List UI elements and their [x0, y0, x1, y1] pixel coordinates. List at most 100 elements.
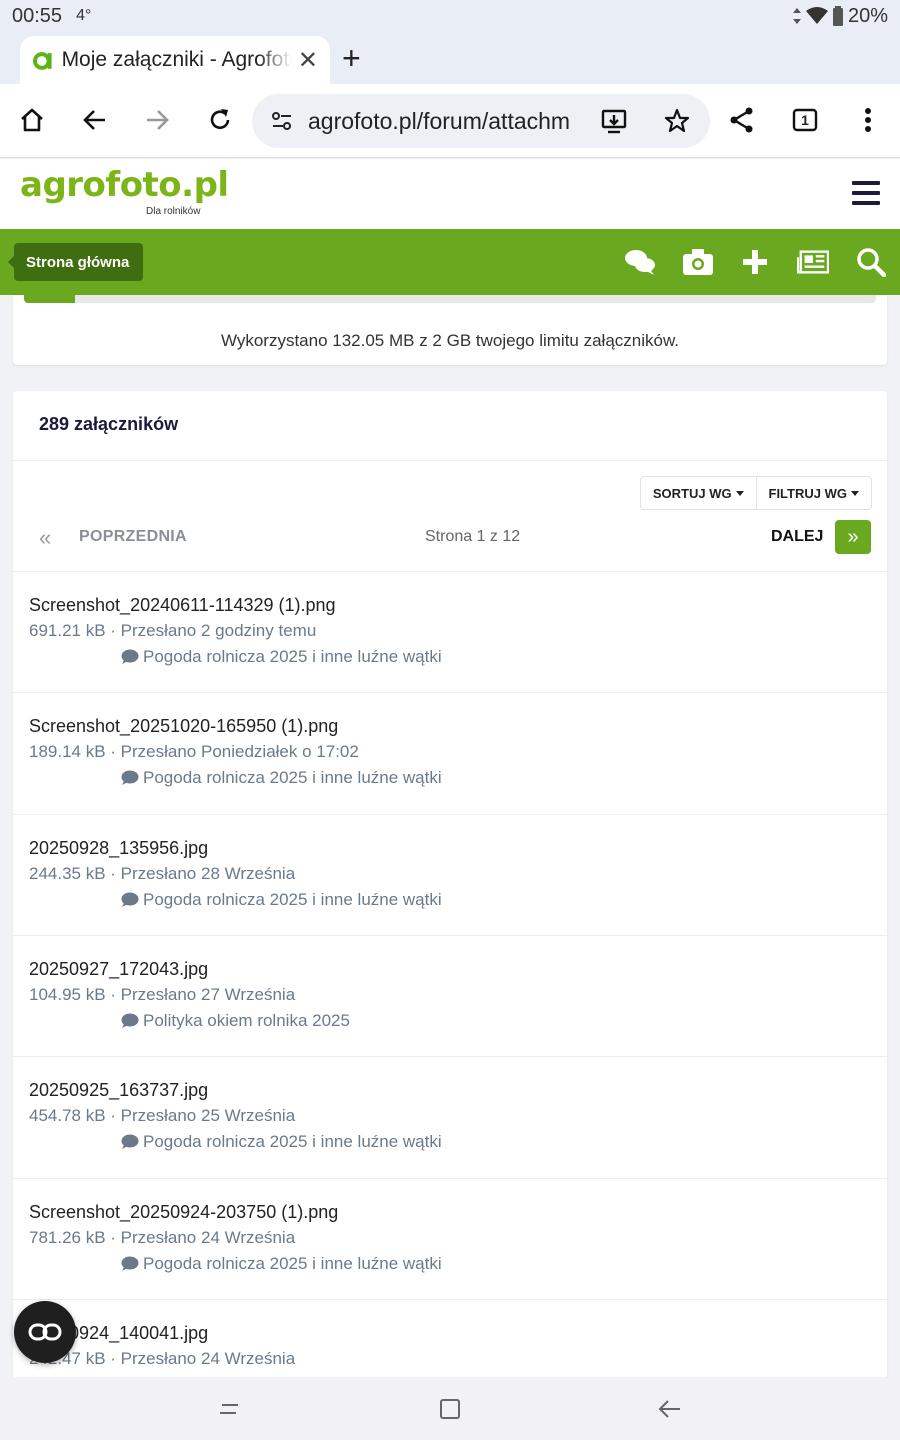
floating-link-button[interactable] — [14, 1301, 76, 1363]
url-text[interactable]: agrofoto.pl/forum/attachments — [308, 108, 570, 135]
previous-page-icon[interactable]: « — [39, 525, 51, 551]
comment-bubble-icon — [121, 649, 139, 664]
clock: 00:55 — [12, 4, 63, 27]
home-square-icon[interactable] — [436, 1395, 464, 1423]
address-bar[interactable]: agrofoto.pl/forum/attachments — [252, 94, 710, 148]
attachment-row: 20250928_135956.jpg 244.35 kB · Przesłano… — [13, 813, 887, 935]
thread-title: Pogoda rolnicza 2025 i inne luźne wątki — [143, 768, 442, 788]
site-settings-icon[interactable] — [270, 109, 294, 133]
attachment-filename-link[interactable]: 20250925_163737.jpg — [29, 1080, 208, 1101]
previous-page-link[interactable]: POPRZEDNIA — [79, 528, 187, 546]
tab-switcher-button[interactable]: 1 — [787, 102, 823, 138]
data-arrows-icon — [792, 8, 801, 24]
attachment-row: Screenshot_20250924-203750 (1).png 781.26… — [13, 1177, 887, 1299]
wifi-icon — [805, 7, 828, 24]
attachments-count: 289 załączników — [39, 414, 179, 434]
bookmark-star-icon[interactable] — [664, 108, 690, 134]
attachment-row: 20250924_140041.jpg 242.47 kB · Przesłano… — [13, 1298, 887, 1377]
attachment-meta: 454.78 kB · Przesłano 25 Września — [29, 1106, 296, 1126]
forward-icon[interactable] — [139, 102, 175, 138]
attachment-meta: 104.95 kB · Przesłano 27 Września — [29, 984, 296, 1004]
reload-icon[interactable] — [202, 102, 238, 138]
thread-title: Pogoda rolnicza 2025 i inne luźne wątki — [143, 1132, 442, 1152]
attachment-thread-link[interactable]: Pogoda rolnicza 2025 i inne luźne wątki — [121, 1254, 442, 1274]
hamburger-menu-icon[interactable] — [852, 181, 880, 205]
battery-icon — [832, 6, 843, 26]
more-menu-icon[interactable] — [850, 102, 886, 138]
chat-bubbles-icon[interactable] — [624, 246, 656, 278]
thread-title: Polityka okiem rolnika 2025 — [143, 1010, 350, 1030]
search-icon[interactable] — [855, 246, 887, 278]
attachment-filename-link[interactable]: 20250928_135956.jpg — [29, 838, 208, 859]
usage-progress-fill — [24, 295, 76, 303]
attachment-row: Screenshot_20251020-165950 (1).png 189.14… — [13, 692, 887, 813]
site-logo[interactable]: agrofoto.pl — [20, 165, 229, 205]
news-icon[interactable] — [797, 246, 829, 278]
battery-level: 20% — [847, 4, 888, 27]
site-tagline: Dla rolników — [146, 206, 201, 217]
new-tab-button[interactable]: + — [342, 40, 361, 77]
camera-icon[interactable] — [682, 246, 714, 278]
home-breadcrumb-button[interactable]: Strona główna — [7, 243, 144, 281]
home-icon[interactable] — [14, 102, 50, 138]
attachment-thread-link[interactable]: Pogoda rolnicza 2025 i inne luźne wątki — [121, 890, 442, 910]
install-app-icon[interactable] — [600, 107, 628, 135]
temperature: 4° — [76, 7, 92, 24]
attachment-filename-link[interactable]: 20250927_172043.jpg — [29, 959, 208, 980]
page-info: Strona 1 z 12 — [425, 528, 521, 545]
next-page-button[interactable]: » — [835, 520, 871, 554]
close-tab-icon[interactable]: ✕ — [298, 46, 318, 75]
comment-bubble-icon — [121, 1134, 139, 1150]
attachment-thread-link[interactable]: Pogoda rolnicza 2025 i inne luźne wątki — [121, 1132, 442, 1152]
attachment-meta: 244.35 kB · Przesłano 28 Września — [29, 863, 296, 883]
plus-icon[interactable] — [739, 246, 771, 278]
attachment-usage-card: Wykorzystano 132.05 MB z 2 GB twojego li… — [13, 295, 887, 365]
browser-tab[interactable]: Moje załączniki - Agrofoto ✕ — [20, 36, 330, 84]
attachment-filename-link[interactable]: Screenshot_20240611-114329 (1).png — [29, 595, 336, 616]
attachment-meta: 781.26 kB · Przesłano 24 Września — [29, 1227, 296, 1247]
sort-filter-group: SORTUJ WG FILTRUJ WG — [640, 476, 872, 510]
thread-title: Pogoda rolnicza 2025 i inne luźne wątki — [143, 647, 442, 666]
usage-text: Wykorzystano 132.05 MB z 2 GB twojego li… — [220, 331, 680, 350]
tab-title: Moje załączniki - Agrofoto — [61, 48, 292, 71]
system-back-icon[interactable] — [655, 1395, 683, 1423]
next-page-link[interactable]: DALEJ — [771, 528, 823, 546]
comment-bubble-icon — [121, 1256, 139, 1271]
attachment-row: 20250927_172043.jpg 104.95 kB · Przesłano… — [13, 934, 887, 1056]
attachment-row: Screenshot_20240611-114329 (1).png 691.21… — [13, 571, 887, 692]
site-navbar: Strona główna — [0, 229, 900, 295]
tab-count: 1 — [801, 112, 809, 128]
thread-title: Pogoda rolnicza 2025 i inne luźne wątki — [143, 889, 442, 909]
comment-bubble-icon — [121, 770, 139, 786]
attachment-row: 20250925_163737.jpg 454.78 kB · Przesłano… — [13, 1056, 887, 1177]
sort-by-button[interactable]: SORTUJ WG — [641, 477, 756, 509]
attachment-thread-link[interactable]: Pogoda rolnicza 2025 i inne luźne wątki — [121, 768, 442, 788]
attachment-filename-link[interactable]: Screenshot_20251020-165950 (1).png — [29, 716, 338, 737]
caret-down-icon — [850, 490, 859, 496]
divider — [13, 460, 887, 461]
usage-progress-bar — [24, 295, 876, 303]
comment-bubble-icon — [121, 892, 139, 907]
attachment-thread-link[interactable]: Pogoda rolnicza 2025 i inne luźne wątki — [121, 647, 442, 667]
share-icon[interactable] — [724, 102, 760, 138]
attachment-thread-link[interactable]: Polityka okiem rolnika 2025 — [121, 1011, 350, 1031]
attachment-meta: 691.21 kB · Przesłano 2 godziny temu — [29, 621, 317, 640]
system-navigation-bar — [0, 1377, 900, 1440]
attachment-meta: 242.47 kB · Przesłano 24 Września — [29, 1348, 296, 1368]
filter-by-button[interactable]: FILTRUJ WG — [755, 477, 872, 509]
attachment-filename-link[interactable]: Screenshot_20250924-203750 (1).png — [29, 1202, 338, 1223]
sort-by-label: SORTUJ WG — [652, 485, 732, 501]
recent-apps-icon[interactable] — [215, 1395, 243, 1423]
status-icons: 20% — [792, 5, 888, 28]
agrofoto-favicon-icon — [32, 52, 52, 70]
browser-toolbar: agrofoto.pl/forum/attachments 1 — [0, 84, 900, 158]
back-icon[interactable] — [77, 102, 113, 138]
attachments-card: 289 załączników SORTUJ WG FILTRUJ WG « P… — [13, 391, 887, 1377]
infinity-link-icon — [28, 1323, 62, 1341]
status-bar: 00:55 4° 20% — [0, 0, 900, 32]
attachment-meta: 189.14 kB · Przesłano Poniedziałek o 17:… — [29, 742, 359, 762]
caret-down-icon — [735, 490, 744, 496]
filter-by-label: FILTRUJ WG — [768, 485, 847, 501]
thread-title: Pogoda rolnicza 2025 i inne luźne wątki — [143, 1253, 442, 1273]
site-header: agrofoto.pl Dla rolników — [0, 159, 900, 229]
